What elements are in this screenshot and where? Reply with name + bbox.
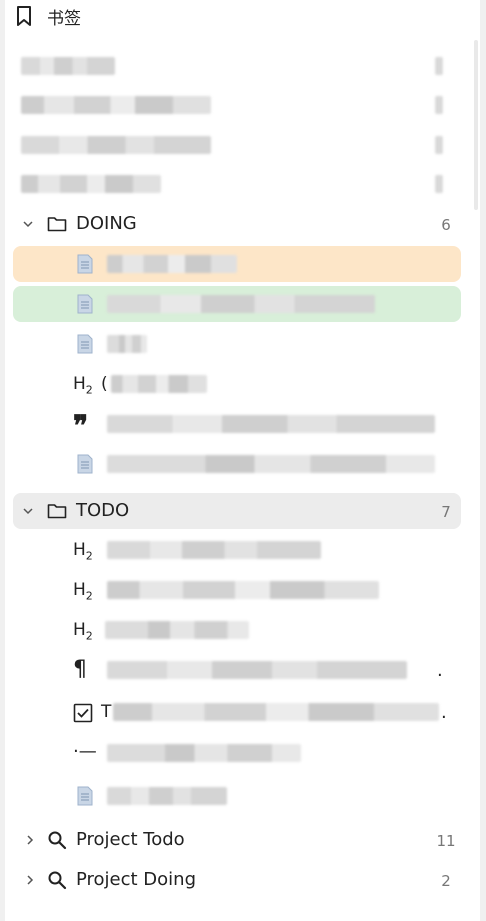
scrollbar[interactable] (474, 40, 478, 210)
bookmark-item[interactable] (13, 166, 461, 202)
bookmarks-panel: 书签 DOING 6 H2 (❞ TODO 7 H2 H2 H2 ¶ . T … (0, 0, 486, 921)
saved-search-name: Project Doing (76, 869, 197, 890)
heading2-icon-sub: 2 (85, 589, 93, 603)
blurred-text (21, 57, 115, 75)
chevron-right-icon[interactable] (25, 875, 35, 885)
heading2-icon-sub: 2 (85, 383, 93, 397)
bookmark-paragraph-item[interactable]: ¶ . (13, 652, 461, 688)
bookmark-item[interactable] (13, 127, 461, 163)
bookmark-doc-item[interactable] (13, 326, 461, 362)
blurred-text (113, 703, 439, 721)
heading2-icon-letter: H (73, 374, 86, 394)
heading2-icon: H2 (73, 620, 93, 642)
truncation-dot: . (441, 702, 447, 723)
bookmark-heading-item[interactable]: H2 ( (13, 366, 461, 402)
document-icon (77, 294, 93, 314)
quote-icon: ❞ (73, 409, 89, 442)
group-count: 7 (441, 503, 451, 521)
blurred-text (107, 581, 379, 599)
bookmark-heading-item[interactable]: H2 (13, 612, 461, 648)
saved-search-count: 11 (436, 832, 456, 850)
heading2-icon-letter: H (73, 580, 86, 600)
bookmark-list-item[interactable]: ⋅— (13, 735, 461, 771)
group-count: 6 (441, 216, 451, 234)
heading2-icon-letter: H (73, 620, 86, 640)
heading2-icon-letter: H (73, 540, 86, 560)
bookmark-doc-item[interactable] (13, 778, 461, 814)
bookmark-heading-item[interactable]: H2 (13, 572, 461, 608)
saved-search-project-doing[interactable]: Project Doing 2 (13, 862, 461, 898)
blurred-text (21, 175, 161, 193)
saved-search-count: 2 (441, 872, 451, 890)
list-icon: ⋅— (73, 741, 97, 762)
blurred-text (21, 96, 211, 114)
search-icon (48, 831, 67, 850)
bookmarks-title: 书签 (47, 8, 81, 29)
blurred-text (107, 787, 227, 805)
chevron-right-icon[interactable] (25, 835, 35, 845)
blurred-text (107, 744, 301, 762)
paragraph-icon: ¶ (73, 657, 87, 682)
heading2-icon: H2 (73, 540, 93, 562)
task-partial-char: T (101, 702, 112, 722)
folder-icon (47, 217, 67, 232)
blurred-count (435, 136, 443, 154)
saved-search-name: Project Todo (76, 829, 185, 850)
bookmark-quote-item[interactable]: ❞ (13, 406, 461, 442)
bookmarks-header: 书签 (15, 0, 81, 32)
bookmark-item[interactable] (13, 48, 461, 84)
blurred-count (435, 57, 443, 75)
group-todo[interactable]: TODO 7 (13, 493, 461, 529)
blurred-text (111, 375, 207, 393)
blurred-text (107, 661, 407, 679)
blurred-text (107, 335, 147, 353)
search-icon (48, 871, 67, 890)
blurred-count (435, 96, 443, 114)
heading2-icon-sub: 2 (85, 549, 93, 563)
blurred-text (107, 255, 237, 273)
blurred-text (107, 455, 435, 473)
group-name: DOING (76, 213, 137, 234)
bookmark-icon (17, 6, 31, 26)
folder-icon (47, 504, 67, 519)
blurred-text (107, 295, 375, 313)
group-doing[interactable]: DOING 6 (13, 206, 461, 242)
document-icon (77, 334, 93, 354)
heading2-icon-sub: 2 (85, 629, 93, 643)
heading-partial-char: ( (101, 374, 108, 394)
blurred-text (105, 621, 249, 639)
heading2-icon: H2 (73, 374, 93, 396)
checkbox-checked-icon (73, 703, 93, 723)
bookmark-task-item[interactable]: T . (13, 694, 461, 730)
document-icon (77, 454, 93, 474)
heading2-icon: H2 (73, 580, 93, 602)
blurred-text (107, 541, 321, 559)
chevron-down-icon[interactable] (23, 506, 33, 516)
document-icon (77, 254, 93, 274)
bookmark-doc-item[interactable] (13, 446, 461, 482)
chevron-down-icon[interactable] (23, 219, 33, 229)
document-icon (77, 786, 93, 806)
blurred-text (107, 415, 435, 433)
bookmark-item[interactable] (13, 87, 461, 123)
truncation-dot: . (437, 660, 443, 681)
saved-search-project-todo[interactable]: Project Todo 11 (13, 822, 461, 858)
bookmark-doc-item[interactable] (13, 246, 461, 282)
group-name: TODO (76, 500, 130, 521)
blurred-text (21, 136, 211, 154)
blurred-count (435, 175, 443, 193)
bookmark-heading-item[interactable]: H2 (13, 532, 461, 568)
bookmark-doc-item[interactable] (13, 286, 461, 322)
